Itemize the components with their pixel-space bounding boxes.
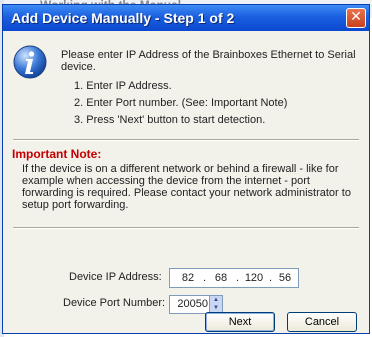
steps-list: 1. Enter IP Address. 2. Enter Port numbe… <box>74 80 287 131</box>
step-item: 2. Enter Port number. (See: Important No… <box>74 97 288 109</box>
port-value[interactable]: 20050 <box>177 298 208 310</box>
ip-octet-3[interactable]: 120 <box>242 272 266 284</box>
important-note-title: Important Note: <box>12 147 102 161</box>
spin-down-icon[interactable]: ▼ <box>210 304 222 312</box>
step-item: 1. Enter IP Address. <box>74 80 172 92</box>
intro-text: Please enter IP Address of the Brainboxe… <box>61 49 356 73</box>
info-icon <box>13 45 47 79</box>
ip-octet-4[interactable]: 56 <box>273 272 297 284</box>
port-number-label: Device Port Number: <box>63 297 166 309</box>
title-bar[interactable]: Add Device Manually - Step 1 of 2 ✕ <box>3 5 369 31</box>
ip-octet-2[interactable]: 68 <box>209 272 233 284</box>
next-button[interactable]: Next <box>205 312 275 332</box>
spin-up-icon[interactable]: ▲ <box>210 296 222 304</box>
separator-top <box>13 139 359 141</box>
ip-dot: . <box>236 272 240 284</box>
ip-octet-1[interactable]: 82 <box>176 272 200 284</box>
cancel-button[interactable]: Cancel <box>287 312 357 332</box>
close-button[interactable]: ✕ <box>346 8 366 28</box>
ip-address-label: Device IP Address: <box>69 271 162 283</box>
step-item: 3. Press 'Next' button to start detectio… <box>74 114 266 126</box>
add-device-dialog: Add Device Manually - Step 1 of 2 ✕ Plea… <box>2 4 370 334</box>
dialog-title: Add Device Manually - Step 1 of 2 <box>11 10 235 26</box>
important-note-text: If the device is on a different network … <box>22 163 351 211</box>
ip-dot: . <box>269 272 273 284</box>
ip-address-input[interactable]: 82 . 68 . 120 . 56 <box>169 268 299 288</box>
ip-dot: . <box>203 272 207 284</box>
port-spinner[interactable]: ▲ ▼ <box>209 296 222 313</box>
separator-bottom <box>13 227 359 229</box>
